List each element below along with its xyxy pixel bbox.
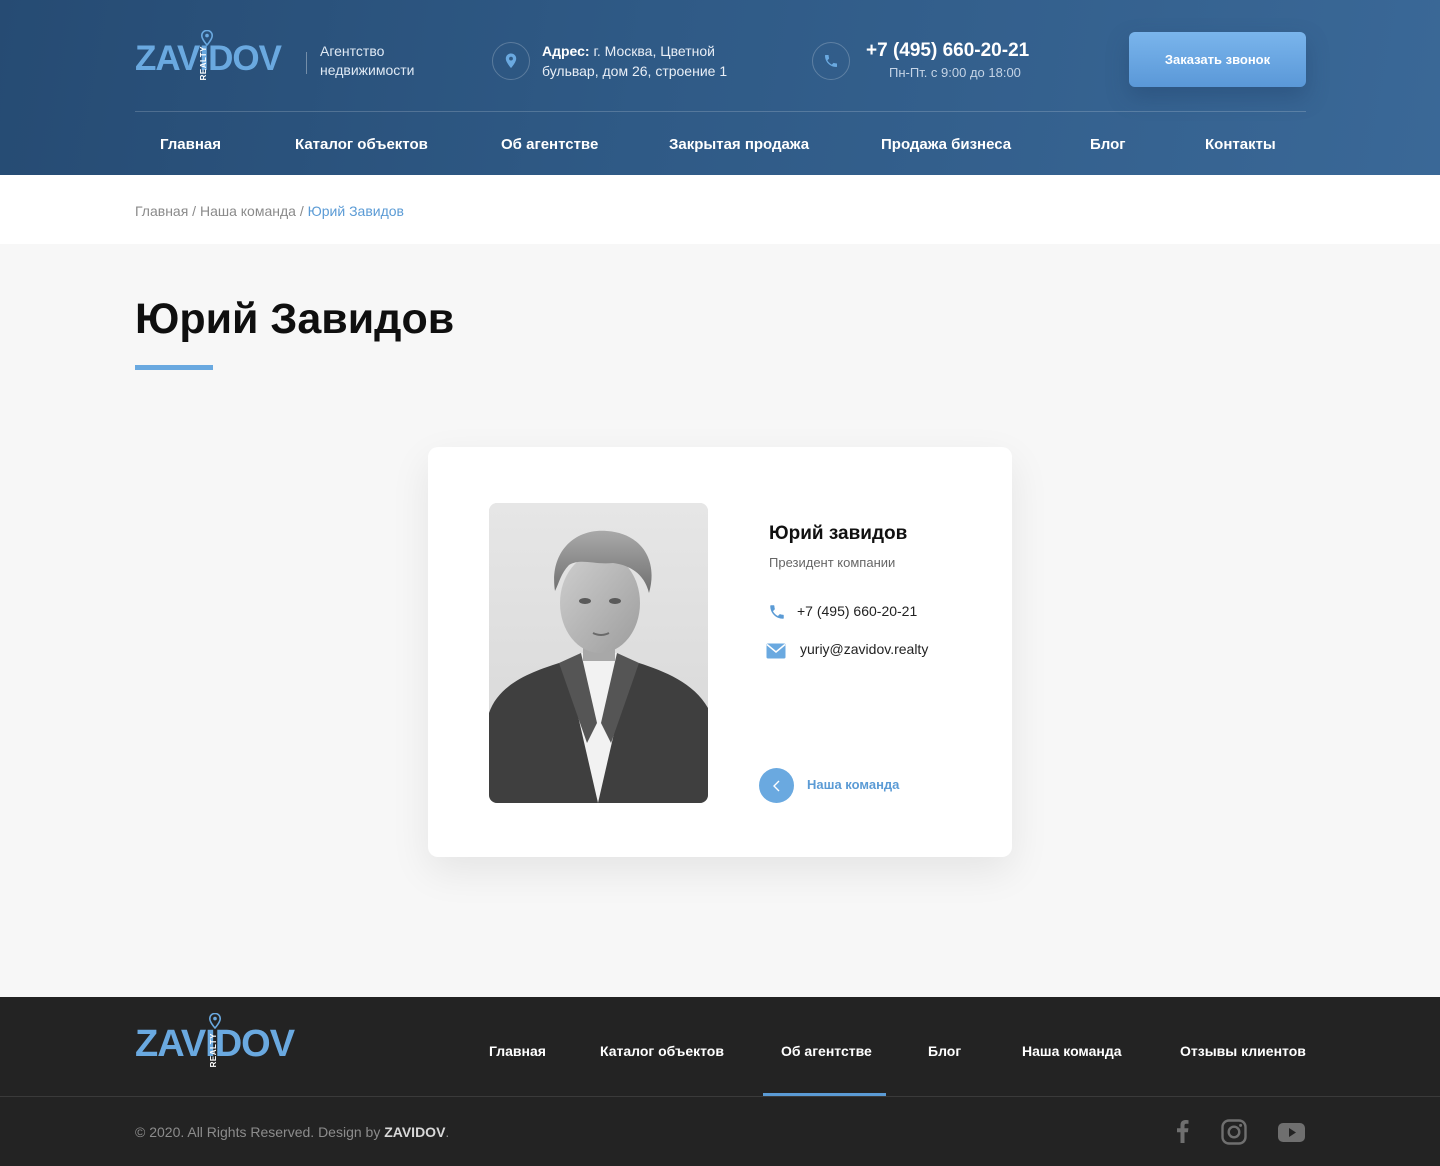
profile-card: Юрий завидов Президент компании +7 (495)… bbox=[428, 447, 1012, 857]
footer-nav-team[interactable]: Наша команда bbox=[1022, 1043, 1122, 1059]
breadcrumb: Главная / Наша команда / Юрий Завидов bbox=[135, 203, 404, 219]
address-label: Адрес: bbox=[542, 43, 590, 59]
nav-item-catalog[interactable]: Каталог объектов bbox=[295, 136, 428, 153]
footer-logo[interactable]: ZAVIDOV REALTY bbox=[135, 1013, 310, 1068]
location-icon bbox=[492, 42, 530, 80]
nav-item-closed-sale[interactable]: Закрытая продажа bbox=[669, 136, 809, 153]
breadcrumb-team[interactable]: Наша команда bbox=[200, 203, 296, 219]
copyright-suffix: . bbox=[445, 1124, 450, 1140]
profile-photo bbox=[489, 503, 708, 803]
breadcrumb-home[interactable]: Главная bbox=[135, 203, 188, 219]
chevron-left-icon bbox=[772, 780, 779, 791]
working-hours: Пн-Пт. с 9:00 до 18:00 bbox=[889, 65, 1021, 80]
order-call-button[interactable]: Заказать звонок bbox=[1129, 32, 1306, 87]
back-to-team-link[interactable]: Наша команда bbox=[807, 777, 899, 792]
site-footer: ZAVIDOV REALTY Главная Каталог объектов … bbox=[0, 997, 1440, 1166]
footer-nav-home[interactable]: Главная bbox=[489, 1043, 546, 1059]
site-header: ZAVIDOV REALTY Агентство недвижимости Ад… bbox=[0, 0, 1440, 175]
phone-icon bbox=[770, 605, 784, 619]
nav-item-home[interactable]: Главная bbox=[160, 136, 221, 153]
logo-divider bbox=[306, 52, 307, 74]
tagline: Агентство недвижимости bbox=[320, 43, 415, 78]
page-title: Юрий Завидов bbox=[135, 295, 455, 343]
footer-nav-catalog[interactable]: Каталог объектов bbox=[600, 1043, 724, 1059]
footer-nav-about[interactable]: Об агентстве bbox=[781, 1043, 872, 1059]
copyright-brand: ZAVIDOV bbox=[384, 1124, 446, 1140]
copyright: © 2020. All Rights Reserved. Design by Z… bbox=[135, 1124, 449, 1140]
breadcrumb-separator: / bbox=[188, 203, 200, 219]
logo[interactable]: ZAVIDOV REALTY bbox=[135, 30, 295, 80]
copyright-prefix: © 2020. All Rights Reserved. Design by bbox=[135, 1124, 385, 1140]
person-name: Юрий завидов bbox=[769, 523, 908, 544]
youtube-icon[interactable] bbox=[1278, 1123, 1305, 1142]
contact-phone[interactable]: +7 (495) 660-20-21 bbox=[797, 603, 917, 619]
instagram-icon[interactable] bbox=[1221, 1119, 1247, 1145]
person-role: Президент компании bbox=[769, 555, 896, 570]
header-divider bbox=[135, 111, 1306, 112]
contact-email[interactable]: yuriy@zavidov.realty bbox=[800, 641, 928, 657]
facebook-icon[interactable] bbox=[1173, 1119, 1191, 1143]
mail-icon bbox=[766, 643, 786, 659]
phone-icon bbox=[812, 42, 850, 80]
breadcrumb-separator: / bbox=[295, 203, 308, 219]
footer-divider bbox=[0, 1096, 1440, 1097]
nav-item-blog[interactable]: Блог bbox=[1090, 136, 1126, 153]
address: Адрес: г. Москва, Цветной бульвар, дом 2… bbox=[542, 41, 772, 81]
nav-item-contacts[interactable]: Контакты bbox=[1205, 136, 1276, 153]
footer-nav-blog[interactable]: Блог bbox=[928, 1043, 961, 1059]
nav-item-business-sale[interactable]: Продажа бизнеса bbox=[881, 136, 1011, 153]
footer-logo-subtext: REALTY bbox=[209, 1033, 218, 1068]
title-underline bbox=[135, 365, 213, 370]
logo-subtext: REALTY bbox=[199, 46, 208, 81]
back-button[interactable] bbox=[759, 768, 794, 803]
footer-nav-reviews[interactable]: Отзывы клиентов bbox=[1180, 1043, 1306, 1059]
header-phone[interactable]: +7 (495) 660-20-21 bbox=[866, 40, 1029, 62]
breadcrumb-current: Юрий Завидов bbox=[307, 203, 404, 219]
nav-item-about[interactable]: Об агентстве bbox=[501, 136, 598, 153]
